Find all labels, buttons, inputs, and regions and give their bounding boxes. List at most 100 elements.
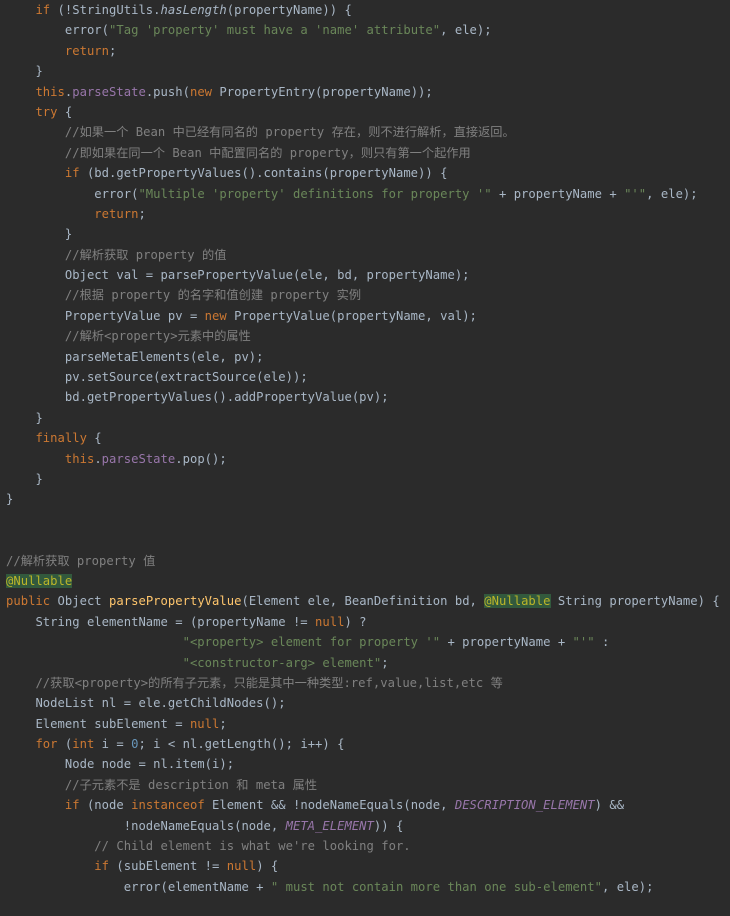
code-token: //解析<property>元素中的属性	[64, 329, 251, 344]
code-line: }	[0, 224, 730, 244]
code-token: , ele);	[601, 879, 654, 894]
code-token: new	[204, 308, 227, 323]
code-line: //根据 property 的名字和值创建 property 实例	[0, 285, 730, 305]
code-token: PropertyValue pv =	[64, 308, 205, 323]
code-line: @Nullable	[0, 571, 730, 591]
code-token: String elementName = (propertyName !=	[35, 614, 316, 629]
code-line: //解析获取 property 的值	[0, 245, 730, 265]
code-token: .pop();	[175, 451, 227, 466]
code-token: " must not contain more than one sub-ele…	[270, 879, 602, 894]
code-line: if (!StringUtils.hasLength(propertyName)…	[0, 0, 730, 20]
code-token: (Element ele, BeanDefinition bd,	[241, 594, 485, 609]
code-token: this	[64, 451, 95, 466]
code-token: parsePropertyValue	[109, 594, 242, 609]
code-token: "'"	[624, 186, 647, 201]
code-token: parseMetaElements(ele, pv);	[64, 349, 264, 364]
code-token: Element && !nodeNameEquals(node,	[204, 798, 455, 813]
code-token: {	[57, 104, 73, 119]
code-token: return	[94, 206, 139, 221]
code-line: try {	[0, 102, 730, 122]
code-token: pv.setSource(extractSource(ele));	[64, 370, 308, 385]
code-token: ) {	[256, 859, 279, 874]
code-line: "<property> element for property '" + pr…	[0, 632, 730, 652]
code-token: //即如果在同一个 Bean 中配置同名的 property，则只有第一个起作用	[64, 145, 471, 160]
code-token: (bd.getPropertyValues().contains(propert…	[86, 166, 448, 181]
code-line: this.parseState.pop();	[0, 449, 730, 469]
code-token: )) {	[373, 818, 404, 833]
code-token: //如果一个 Bean 中已经有同名的 property 存在，则不进行解析，直…	[64, 125, 515, 140]
code-token: "Tag 'property' must have a 'name' attri…	[109, 23, 441, 38]
code-line: NodeList nl = ele.getChildNodes();	[0, 693, 730, 713]
code-line: error("Multiple 'property' definitions f…	[0, 184, 730, 204]
code-token: finally	[35, 431, 87, 446]
code-token: "'"	[572, 635, 595, 650]
code-token: return	[64, 43, 110, 58]
code-token: }	[64, 227, 73, 242]
code-token: (propertyName)) {	[226, 3, 352, 17]
code-line: Object val = parsePropertyValue(ele, bd,…	[0, 265, 730, 285]
code-line: error("Tag 'property' must have a 'name'…	[0, 20, 730, 40]
code-token: //根据 property 的名字和值创建 property 实例	[64, 288, 362, 303]
code-token: @Nullable	[484, 594, 551, 609]
code-token: Object	[50, 594, 110, 609]
code-token: + propertyName +	[491, 186, 625, 201]
code-token: PropertyValue(propertyName, val);	[226, 308, 477, 323]
code-line: !nodeNameEquals(node, META_ELEMENT)) {	[0, 816, 730, 836]
code-line: public Object parsePropertyValue(Element…	[0, 591, 730, 611]
code-line: pv.setSource(extractSource(ele));	[0, 367, 730, 387]
code-token: @Nullable	[6, 573, 73, 588]
code-token: "Multiple 'property' definitions for pro…	[138, 186, 492, 201]
code-token: this	[35, 84, 65, 99]
code-line: //解析<property>元素中的属性	[0, 326, 730, 346]
code-token: error(elementName +	[123, 879, 271, 894]
code-token: null	[189, 716, 220, 731]
code-token: (!StringUtils.	[57, 3, 161, 17]
code-token: ;	[219, 716, 227, 731]
code-line: //解析获取 property 值	[0, 551, 730, 571]
code-token: if	[64, 166, 87, 181]
code-token: try	[35, 104, 58, 119]
code-token: META_ELEMENT	[285, 818, 374, 833]
code-line: //即如果在同一个 Bean 中配置同名的 property，则只有第一个起作用	[0, 143, 730, 163]
code-token: //解析获取 property 的值	[64, 247, 227, 262]
code-token: String propertyName) {	[550, 594, 720, 609]
code-token: i =	[94, 737, 132, 752]
code-line: String elementName = (propertyName != nu…	[0, 612, 730, 632]
code-token: //获取<property>的所有子元素，只能是其中一种类型:ref,value…	[35, 675, 503, 690]
code-line: parseMetaElements(ele, pv);	[0, 347, 730, 367]
code-token: ;	[109, 43, 117, 58]
code-token: ;	[381, 655, 389, 670]
code-line: if (bd.getPropertyValues().contains(prop…	[0, 163, 730, 183]
code-token: // Child element is what we're looking f…	[94, 839, 411, 854]
code-line: }	[0, 408, 730, 428]
code-line: return;	[0, 204, 730, 224]
code-editor[interactable]: if (!StringUtils.hasLength(propertyName)…	[0, 0, 730, 916]
code-token: ) ?	[344, 614, 367, 629]
code-token: Element subElement =	[35, 716, 190, 731]
code-token: for	[35, 737, 65, 752]
code-token: }	[35, 471, 43, 486]
